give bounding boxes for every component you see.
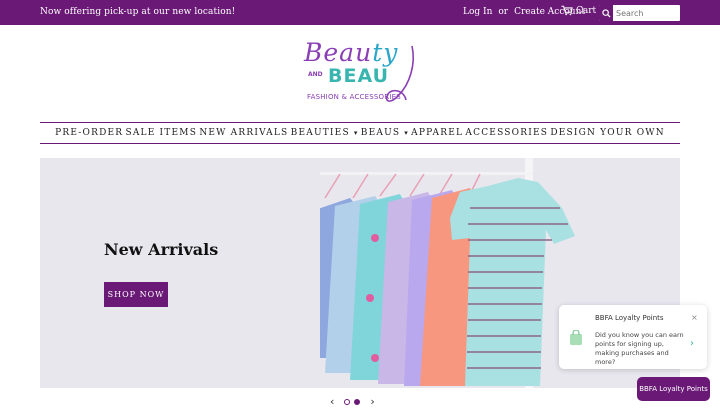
slider-controls: ‹ ›: [330, 395, 375, 408]
cart-icon: [561, 5, 573, 16]
logo-and: AND: [308, 71, 323, 78]
announcement-text: Now offering pick-up at our new location…: [40, 7, 236, 17]
slider-dot-2[interactable]: [354, 398, 361, 405]
hero-title: New Arrivals: [104, 240, 219, 259]
popup-title: BBFA Loyalty Points: [595, 314, 664, 322]
cart-label: Cart: [576, 5, 597, 16]
nav-beauties[interactable]: BEAUTIES ▾: [291, 128, 359, 138]
nav-beaus[interactable]: BEAUS ▾: [361, 128, 409, 138]
search-box: [599, 5, 680, 21]
close-icon[interactable]: ×: [691, 313, 698, 322]
slider-next-arrow-icon[interactable]: ›: [370, 395, 374, 408]
login-link[interactable]: Log In: [463, 7, 492, 17]
nav-sale-items[interactable]: SALE ITEMS: [125, 128, 197, 138]
loyalty-popup[interactable]: BBFA Loyalty Points × Did you know you c…: [559, 305, 707, 369]
slider-prev-arrow-icon[interactable]: ‹: [330, 395, 334, 408]
nav-accessories[interactable]: ACCESSORIES: [465, 128, 548, 138]
main-nav: PRE-ORDER SALE ITEMS NEW ARRIVALS BEAUTI…: [40, 122, 680, 144]
chevron-down-icon: ▾: [404, 129, 409, 137]
loyalty-points-button[interactable]: BBFA Loyalty Points: [637, 377, 710, 401]
search-icon[interactable]: [599, 5, 613, 21]
or-text: or: [498, 7, 509, 17]
site-logo[interactable]: Beauty AND BEAU FASHION & ACCESSORIES: [300, 38, 422, 110]
shop-now-button[interactable]: SHOP NOW: [104, 282, 168, 307]
chevron-down-icon: ▾: [353, 129, 359, 137]
cart-link[interactable]: Cart: [561, 5, 596, 16]
shopping-bag-icon: [570, 330, 582, 345]
search-input[interactable]: [616, 8, 680, 18]
popup-body: Did you know you can earn points for sig…: [595, 331, 684, 366]
logo-swirl: [385, 45, 414, 102]
nav-new-arrivals[interactable]: NEW ARRIVALS: [199, 128, 288, 138]
nav-pre-order[interactable]: PRE-ORDER: [55, 128, 123, 138]
chevron-right-icon[interactable]: ›: [690, 338, 694, 349]
nav-design-your-own[interactable]: DESIGN YOUR OWN: [550, 128, 664, 138]
announcement-bar: Now offering pick-up at our new location…: [0, 0, 720, 25]
slider-dot-1[interactable]: [344, 398, 351, 405]
nav-apparel[interactable]: APPAREL: [411, 128, 463, 138]
